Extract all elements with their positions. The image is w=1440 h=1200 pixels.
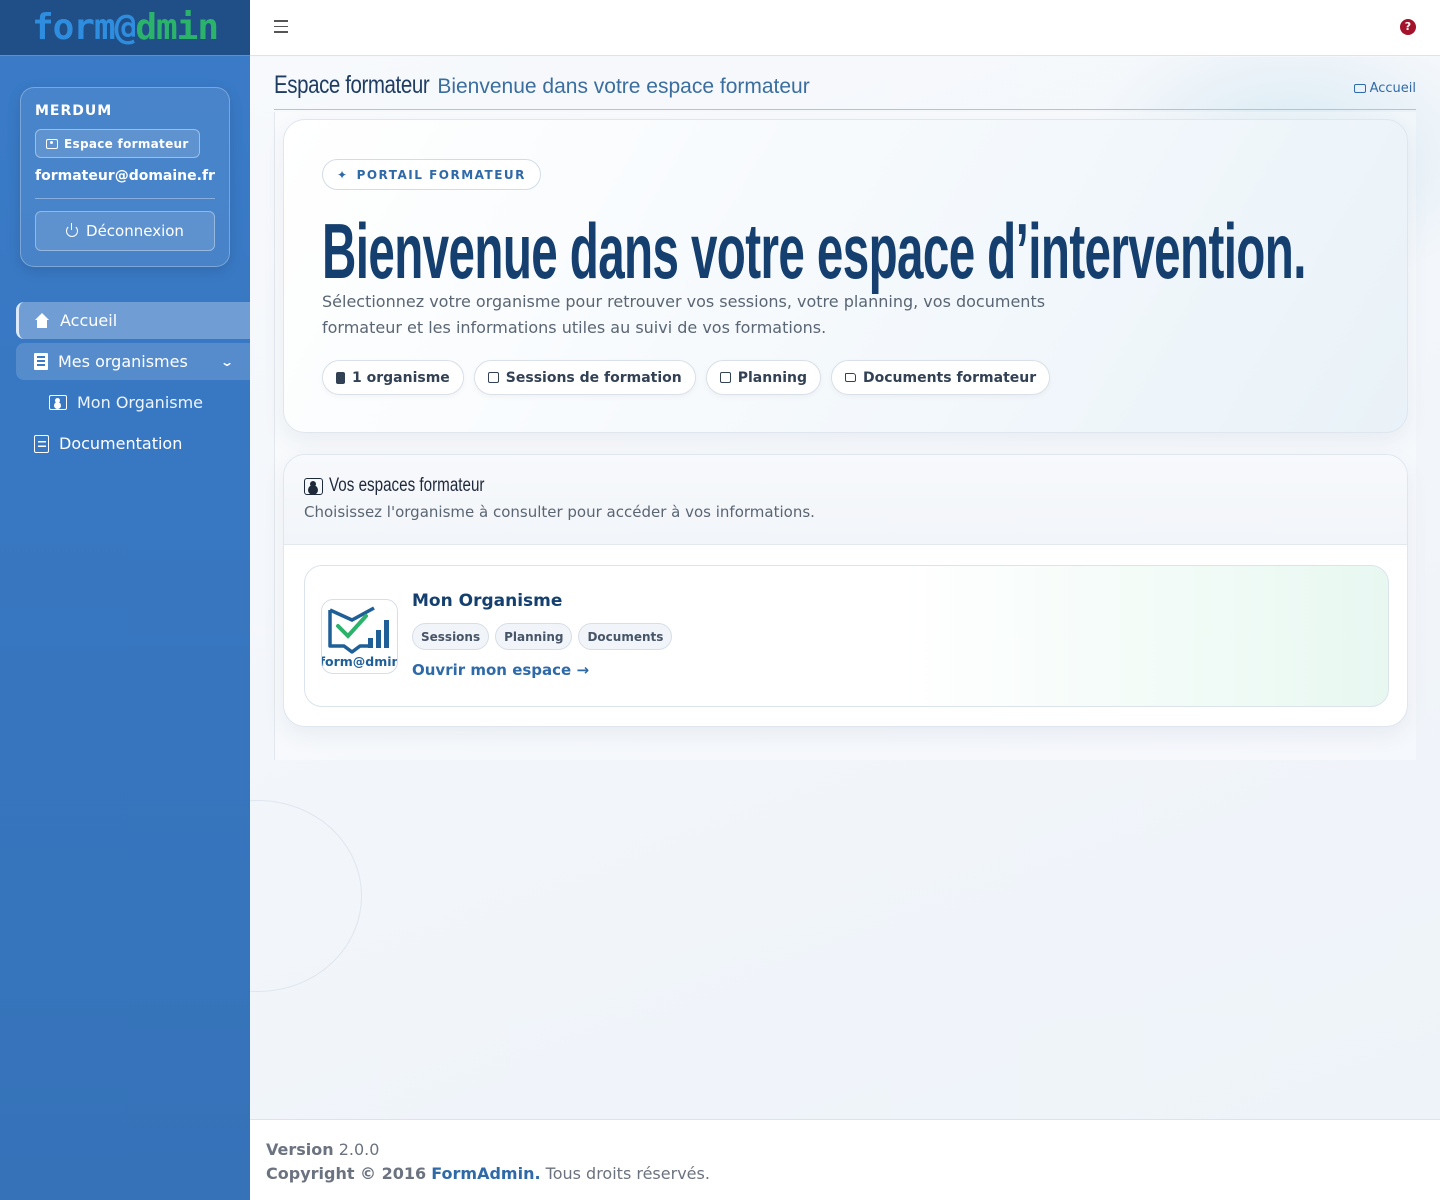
open-space-link[interactable]: Ouvrir mon espace → [412, 661, 589, 679]
building-icon [34, 353, 48, 370]
sparkle-icon: ✦ [337, 167, 349, 182]
panel-title-text: Vos espaces formateur [329, 475, 485, 496]
logo-part1: form@ [31, 7, 136, 48]
chevron-down-icon: ⌄ [219, 354, 235, 369]
trainer-spaces-panel: Vos espaces formateur Choisissez l'organ… [283, 454, 1408, 727]
breadcrumb-home: Accueil [1369, 81, 1416, 96]
sidebar-item-label: Documentation [59, 434, 183, 453]
chip-organisms: 1 organisme [322, 360, 464, 395]
version-label: Version [266, 1140, 334, 1159]
chip-sessions: Sessions de formation [473, 360, 696, 395]
divider [35, 198, 215, 199]
page-subtitle: Bienvenue dans votre espace formateur [437, 75, 810, 98]
breadcrumb[interactable]: Accueil [1353, 81, 1416, 96]
menu-toggle-icon[interactable] [274, 20, 288, 34]
logout-button[interactable]: Déconnexion [35, 211, 215, 251]
folder-icon [844, 373, 856, 382]
chip-label: 1 organisme [352, 369, 450, 386]
logout-label: Déconnexion [86, 222, 184, 240]
decorative-circle [250, 800, 362, 992]
power-icon [66, 223, 79, 237]
sidebar-subitem-organism[interactable]: Mon Organisme [16, 384, 250, 421]
brand-bar: form@dmin [0, 0, 250, 56]
sidebar-item-documentation[interactable]: Documentation [16, 425, 250, 462]
sidebar-item-label: Mes organismes [58, 352, 188, 371]
user-card: MERDUM Espace formateur formateur@domain… [20, 87, 230, 267]
chip-label: Documents formateur [862, 369, 1037, 386]
help-icon[interactable]: ? [1400, 19, 1416, 35]
calendar-icon [719, 372, 731, 383]
chip-documents: Documents formateur [830, 360, 1051, 395]
dashboard-icon [1353, 84, 1366, 93]
id-card-icon [46, 138, 58, 149]
copyright-line: Copyright © 2016 FormAdmin. Tous droits … [266, 1162, 1424, 1186]
panel-subtitle: Choisissez l'organisme à consulter pour … [304, 503, 815, 521]
calendar-check-icon [487, 372, 499, 383]
topbar: ? [250, 0, 1440, 56]
sidebar: form@dmin MERDUM Espace formateur format… [0, 0, 250, 1200]
tag-planning: Planning [495, 623, 573, 650]
footer: Version 2.0.0 Copyright © 2016 FormAdmin… [250, 1119, 1440, 1200]
organism-name: Mon Organisme [412, 591, 563, 611]
sidebar-item-home[interactable]: Accueil [16, 302, 250, 339]
panel-header: Vos espaces formateur Choisissez l'organ… [284, 455, 1407, 545]
tag-sessions: Sessions [412, 623, 490, 650]
copyright-text: Copyright © 2016 [266, 1164, 427, 1183]
chip-label: Sessions de formation [505, 369, 682, 386]
panel-title: Vos espaces formateur [304, 475, 1387, 497]
portrait-icon [49, 395, 67, 410]
sidebar-item-label: Mon Organisme [77, 393, 204, 412]
logo-part2: dmin [135, 7, 219, 48]
page-title: Espace formateur [274, 71, 430, 99]
organism-tags: Sessions Planning Documents [412, 623, 673, 650]
hero-description: Sélectionnez votre organisme pour retrou… [322, 292, 1046, 337]
role-label: Espace formateur [64, 136, 189, 151]
building-icon [336, 371, 345, 384]
hero-chips: 1 organisme Sessions de formation Planni… [322, 360, 1051, 395]
tag-documents: Documents [578, 623, 673, 650]
main-content: Espace formateur Bienvenue dans votre es… [250, 57, 1440, 1119]
user-email: formateur@domaine.fr [35, 168, 215, 184]
formadmin-logo-icon: form@dmin [322, 606, 398, 669]
chip-planning: Planning [705, 360, 821, 395]
hero-card: ✦ PORTAIL FORMATEUR Bienvenue dans votre… [283, 119, 1408, 433]
house-icon [34, 312, 50, 329]
sidebar-nav: Accueil Mes organismes ⌄ Mon Organisme D… [16, 302, 250, 466]
chip-label: Planning [737, 369, 807, 386]
sidebar-item-label: Accueil [60, 311, 118, 330]
portal-badge-label: PORTAIL FORMATEUR [356, 167, 526, 182]
company-link[interactable]: FormAdmin. [431, 1164, 540, 1183]
app-logo[interactable]: form@dmin [31, 7, 219, 48]
page-header: Espace formateur Bienvenue dans votre es… [274, 71, 1416, 110]
sidebar-item-organisms[interactable]: Mes organismes ⌄ [16, 343, 250, 380]
version-line: Version 2.0.0 [266, 1138, 1424, 1162]
rights-text: Tous droits réservés. [545, 1164, 710, 1183]
role-badge: Espace formateur [35, 129, 200, 158]
svg-text:form@dmin: form@dmin [322, 654, 398, 669]
user-name: MERDUM [35, 103, 113, 119]
version-number: 2.0.0 [338, 1140, 380, 1159]
portrait-icon [304, 477, 323, 495]
organism-card[interactable]: form@dmin Mon Organisme Sessions Plannin… [304, 565, 1389, 707]
portal-badge: ✦ PORTAIL FORMATEUR [322, 159, 541, 190]
hero-title: Bienvenue dans votre espace d’interventi… [322, 207, 1306, 295]
document-icon [34, 434, 49, 453]
organism-logo: form@dmin [321, 599, 398, 674]
